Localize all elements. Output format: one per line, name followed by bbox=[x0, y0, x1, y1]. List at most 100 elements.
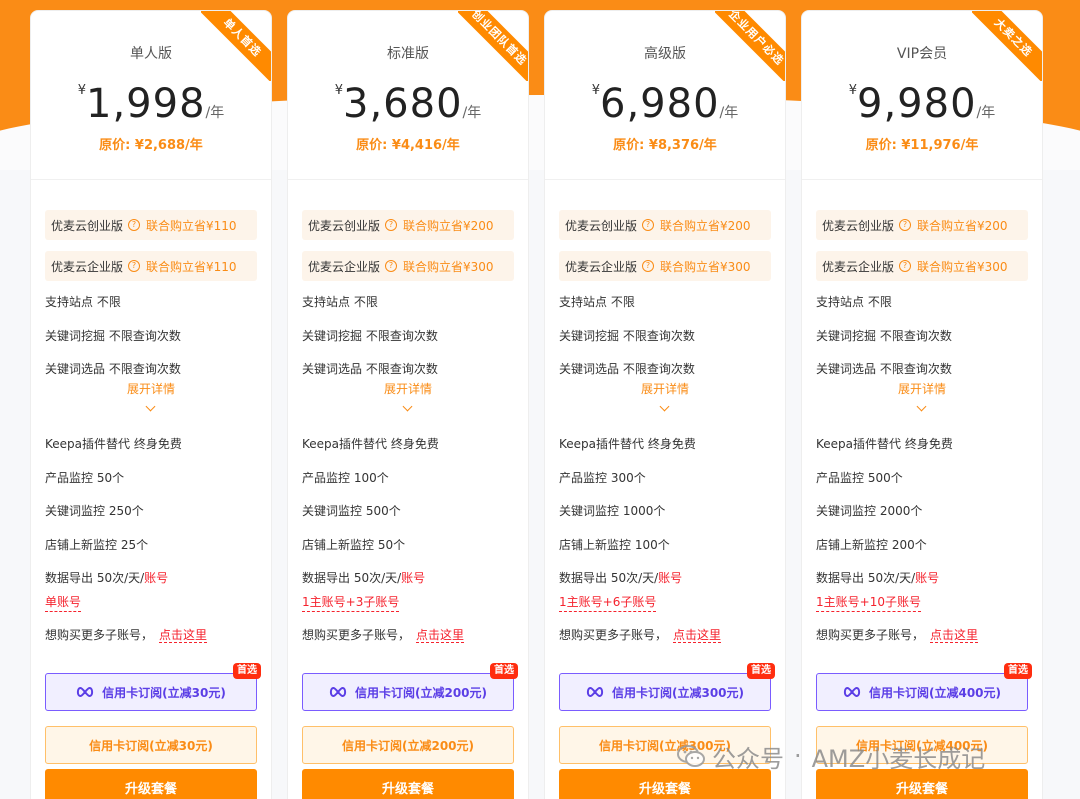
more-subaccounts-text: 想购买更多子账号， bbox=[302, 628, 411, 642]
chevron-down-icon[interactable] bbox=[402, 401, 413, 412]
bundle-promo[interactable]: 优麦云创业版 ? 联合购立省¥110 bbox=[45, 210, 257, 240]
price-amount: 6,980 bbox=[600, 81, 720, 127]
credit-card-subscribe-button[interactable]: 信用卡订阅(立减200元) bbox=[302, 673, 514, 711]
infinity-icon bbox=[77, 686, 94, 698]
plan-card: 大卖之选 VIP会员 ¥9,980/年 原价: ¥11,976/年 优麦云创业版… bbox=[801, 10, 1043, 799]
more-subaccounts: 想购买更多子账号， 点击这里 bbox=[559, 626, 722, 643]
feature-item-export: 数据导出 50次/天/账号 bbox=[45, 569, 168, 586]
price-unit: /年 bbox=[462, 105, 482, 121]
expand-details-link[interactable]: 展开详情 bbox=[802, 380, 1042, 397]
promo-name: 优麦云创业版 bbox=[51, 218, 124, 233]
feature-item-export: 数据导出 50次/天/账号 bbox=[816, 569, 939, 586]
export-account: 账号 bbox=[658, 571, 683, 585]
divider bbox=[545, 179, 785, 180]
plan-card: 企业用户必选 高级版 ¥6,980/年 原价: ¥8,376/年 优麦云创业版 … bbox=[544, 10, 786, 799]
click-here-link[interactable]: 点击这里 bbox=[930, 628, 979, 643]
help-icon[interactable]: ? bbox=[899, 260, 912, 272]
price-unit: /年 bbox=[205, 105, 225, 121]
account-count: 单账号 bbox=[45, 593, 82, 612]
currency-symbol: ¥ bbox=[591, 83, 601, 98]
plan-card: 创业团队首选 标准版 ¥3,680/年 原价: ¥4,416/年 优麦云创业版 … bbox=[287, 10, 529, 799]
promo-name: 优麦云企业版 bbox=[565, 259, 638, 274]
feature-item: 店铺上新监控 50个 bbox=[302, 538, 406, 552]
bundle-promo[interactable]: 优麦云企业版 ? 联合购立省¥300 bbox=[559, 251, 771, 281]
feature-item: 关键词监控 2000个 bbox=[816, 504, 923, 518]
bundle-promo[interactable]: 优麦云创业版 ? 联合购立省¥200 bbox=[559, 210, 771, 240]
feature-item: 店铺上新监控 100个 bbox=[559, 538, 670, 552]
more-subaccounts-text: 想购买更多子账号， bbox=[559, 628, 668, 642]
click-here-link[interactable]: 点击这里 bbox=[159, 628, 208, 643]
chevron-down-icon[interactable] bbox=[659, 401, 670, 412]
export-text: 数据导出 50次/天/ bbox=[45, 571, 145, 585]
feature-item: 支持站点 不限 bbox=[559, 295, 635, 309]
promo-saving: 联合购立省¥200 bbox=[660, 218, 751, 233]
original-price: 原价: ¥4,416/年 bbox=[356, 138, 460, 153]
divider bbox=[288, 179, 528, 180]
divider bbox=[802, 179, 1042, 180]
feature-item: 产品监控 500个 bbox=[816, 471, 903, 485]
export-text: 数据导出 50次/天/ bbox=[302, 571, 402, 585]
infinity-icon bbox=[329, 686, 347, 698]
preferred-badge: 首选 bbox=[747, 663, 775, 679]
promo-name: 优麦云创业版 bbox=[822, 218, 895, 233]
price-unit: /年 bbox=[719, 105, 739, 121]
credit-card-subscribe-button[interactable]: 信用卡订阅(立减30元) bbox=[45, 673, 257, 711]
infinity-icon bbox=[843, 686, 861, 698]
bundle-promo[interactable]: 优麦云企业版 ? 联合购立省¥300 bbox=[816, 251, 1028, 281]
credit-card-subscribe-button[interactable]: 信用卡订阅(立减400元) bbox=[816, 673, 1028, 711]
feature-item: 支持站点 不限 bbox=[816, 295, 892, 309]
help-icon[interactable]: ? bbox=[899, 219, 912, 231]
bundle-promo[interactable]: 优麦云创业版 ? 联合购立省¥200 bbox=[816, 210, 1028, 240]
click-here-link[interactable]: 点击这里 bbox=[416, 628, 465, 643]
currency-symbol: ¥ bbox=[77, 83, 87, 98]
infinity-icon bbox=[586, 686, 604, 698]
help-icon[interactable]: ? bbox=[128, 260, 141, 272]
price-unit: /年 bbox=[976, 105, 996, 121]
upgrade-plan-button[interactable]: 升级套餐 bbox=[45, 769, 257, 799]
credit-card-button[interactable]: 信用卡订阅(立减30元) bbox=[45, 726, 257, 764]
help-icon[interactable]: ? bbox=[642, 260, 655, 272]
currency-symbol: ¥ bbox=[848, 83, 858, 98]
original-price: 原价: ¥2,688/年 bbox=[99, 138, 203, 153]
help-icon[interactable]: ? bbox=[128, 219, 141, 231]
chevron-down-icon[interactable] bbox=[916, 401, 927, 412]
promo-saving: 联合购立省¥300 bbox=[660, 259, 751, 274]
feature-item: 关键词监控 250个 bbox=[45, 504, 144, 518]
credit-card-subscribe-label: 信用卡订阅(立减200元) bbox=[354, 685, 488, 700]
expand-details-link[interactable]: 展开详情 bbox=[545, 380, 785, 397]
bundle-promo[interactable]: 优麦云企业版 ? 联合购立省¥110 bbox=[45, 251, 257, 281]
help-icon[interactable]: ? bbox=[385, 219, 398, 231]
promo-saving: 联合购立省¥300 bbox=[917, 259, 1008, 274]
promo-saving: 联合购立省¥200 bbox=[917, 218, 1008, 233]
wechat-icon bbox=[677, 745, 705, 767]
expand-details-link[interactable]: 展开详情 bbox=[288, 380, 528, 397]
credit-card-button[interactable]: 信用卡订阅(立减200元) bbox=[302, 726, 514, 764]
watermark-name: AMZ小麦长成记 bbox=[811, 744, 986, 773]
expand-details-link[interactable]: 展开详情 bbox=[31, 380, 271, 397]
feature-item: 关键词选品 不限查询次数 bbox=[45, 362, 181, 376]
original-price: 原价: ¥11,976/年 bbox=[865, 138, 979, 153]
bundle-promo[interactable]: 优麦云创业版 ? 联合购立省¥200 bbox=[302, 210, 514, 240]
feature-item: 关键词挖掘 不限查询次数 bbox=[816, 329, 952, 343]
promo-name: 优麦云企业版 bbox=[308, 259, 381, 274]
help-icon[interactable]: ? bbox=[642, 219, 655, 231]
feature-item: 关键词挖掘 不限查询次数 bbox=[559, 329, 695, 343]
credit-card-subscribe-button[interactable]: 信用卡订阅(立减300元) bbox=[559, 673, 771, 711]
bundle-promo[interactable]: 优麦云企业版 ? 联合购立省¥300 bbox=[302, 251, 514, 281]
chevron-down-icon[interactable] bbox=[145, 401, 156, 412]
promo-saving: 联合购立省¥110 bbox=[146, 259, 237, 274]
feature-item: Keepa插件替代 终身免费 bbox=[559, 437, 696, 451]
feature-item: 店铺上新监控 25个 bbox=[45, 538, 149, 552]
original-price: 原价: ¥8,376/年 bbox=[613, 138, 717, 153]
preferred-badge: 首选 bbox=[233, 663, 261, 679]
help-icon[interactable]: ? bbox=[385, 260, 398, 272]
promo-name: 优麦云企业版 bbox=[51, 259, 124, 274]
upgrade-plan-button[interactable]: 升级套餐 bbox=[302, 769, 514, 799]
price-row: ¥9,980/年 bbox=[802, 81, 1042, 127]
more-subaccounts: 想购买更多子账号， 点击这里 bbox=[302, 626, 465, 643]
click-here-link[interactable]: 点击这里 bbox=[673, 628, 722, 643]
feature-item: 产品监控 100个 bbox=[302, 471, 389, 485]
feature-item-export: 数据导出 50次/天/账号 bbox=[559, 569, 682, 586]
feature-item: 关键词监控 500个 bbox=[302, 504, 401, 518]
feature-item: 关键词挖掘 不限查询次数 bbox=[45, 329, 181, 343]
